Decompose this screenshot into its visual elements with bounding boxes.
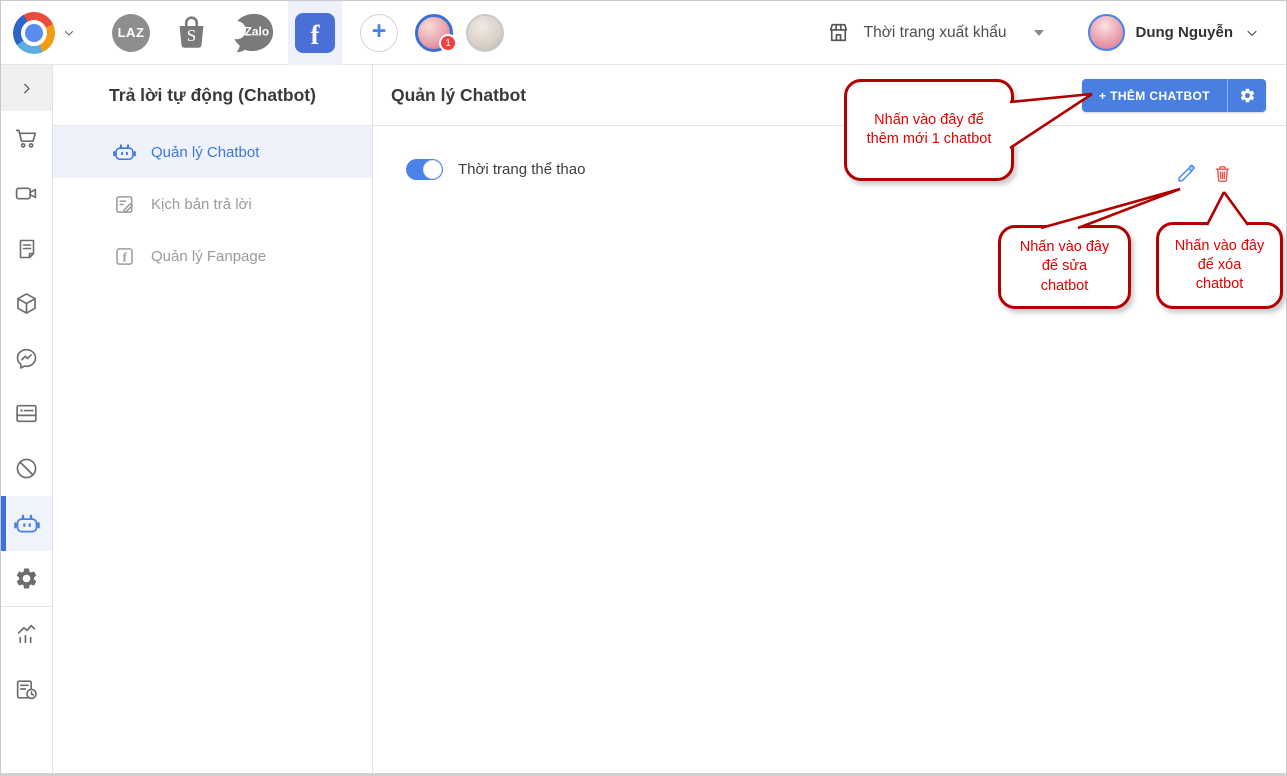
rail-item-orders[interactable] [1, 221, 52, 276]
app-logo-icon [13, 11, 55, 54]
chevron-right-icon [24, 83, 30, 93]
app-window: LAZ S Zalo f + 1 Thời trang xuất khẩu Du… [0, 0, 1287, 776]
notification-badge: 1 [439, 33, 457, 52]
facebook-square-icon: f [116, 247, 133, 265]
storefront-icon [829, 23, 847, 42]
sidebar-item-label: Quản lý Fanpage [151, 247, 267, 265]
pos-card-icon [16, 404, 37, 423]
rail-item-pos[interactable] [1, 386, 52, 441]
delete-chatbot-icon[interactable] [1212, 163, 1233, 185]
store-selector[interactable]: Thời trang xuất khẩu [826, 20, 1044, 45]
shopee-bag-icon: S [179, 16, 203, 48]
svg-text:S: S [186, 26, 195, 45]
rail-item-messenger[interactable] [1, 331, 52, 386]
sidebar-title: Trả lời tự động (Chatbot) [53, 65, 372, 126]
rail-item-analytics[interactable] [1, 607, 52, 662]
cart-icon [15, 129, 37, 148]
chevron-down-icon [1247, 30, 1257, 36]
channel-zalo[interactable]: Zalo [230, 13, 278, 52]
page-title: Quản lý Chatbot [391, 84, 527, 105]
robot-chatbot-icon [14, 514, 40, 532]
block-icon [16, 458, 37, 479]
edit-chatbot-icon[interactable] [1176, 163, 1197, 184]
toggle-knob [423, 160, 442, 179]
page-avatar-secondary[interactable] [466, 13, 504, 52]
rail-item-chatbot[interactable] [1, 496, 52, 551]
sidebar-item-kich-ban-tra-loi[interactable]: Kịch bản trả lời [53, 178, 372, 230]
zalo-icon: Zalo [231, 13, 274, 52]
report-clock-icon [16, 680, 37, 700]
gear-icon [16, 568, 37, 589]
topbar: LAZ S Zalo f + 1 Thời trang xuất khẩu Du… [1, 1, 1286, 65]
rail-item-livestream[interactable] [1, 166, 52, 221]
channel-lazada[interactable]: LAZ [112, 13, 150, 52]
svg-text:f: f [123, 250, 128, 264]
svg-text:Zalo: Zalo [245, 24, 270, 38]
chevron-down-icon [62, 26, 76, 40]
user-avatar [1087, 14, 1125, 51]
package-box-icon [17, 293, 36, 314]
user-name: Dung Nguyễn [1135, 24, 1234, 41]
sidebar-item-label: Quản lý Chatbot [151, 143, 260, 161]
chatbot-settings-button[interactable] [1227, 79, 1266, 112]
add-chatbot-button[interactable]: + THÊM CHATBOT [1081, 79, 1227, 112]
trash-icon [1215, 166, 1230, 182]
channel-facebook-active[interactable]: f [288, 1, 342, 65]
video-camera-icon [15, 187, 37, 200]
rail-item-cart[interactable] [1, 111, 52, 166]
sidebar-item-label: Kịch bản trả lời [151, 195, 252, 213]
annotation-delete-chatbot: Nhấn vào đây để xóa chatbot [1156, 222, 1283, 309]
add-chatbot-button-group: + THÊM CHATBOT [1081, 79, 1266, 112]
icon-rail [1, 65, 53, 773]
lazada-icon: LAZ [117, 25, 145, 40]
document-icon [19, 239, 34, 258]
rail-expand-button[interactable] [1, 65, 52, 111]
robot-chatbot-icon [113, 143, 136, 160]
facebook-icon: f [295, 12, 335, 53]
gear-icon [1240, 88, 1254, 103]
add-channel-button[interactable]: + [360, 13, 398, 52]
rail-item-blocked[interactable] [1, 441, 52, 496]
plus-icon: + [371, 16, 387, 45]
chatbot-enabled-toggle[interactable] [406, 159, 443, 180]
annotation-edit-chatbot: Nhấn vào đây để sửa chatbot [998, 225, 1131, 309]
annotation-add-chatbot: Nhấn vào đây để thêm mới 1 chatbot [844, 79, 1014, 181]
caret-down-icon [1033, 29, 1044, 36]
app-logo-menu[interactable] [13, 11, 76, 54]
page-avatar-notifications[interactable]: 1 [415, 13, 457, 52]
store-name: Thời trang xuất khẩu [863, 23, 1007, 41]
user-menu[interactable]: Dung Nguyễn [1087, 14, 1261, 51]
chart-icon [17, 624, 36, 644]
channel-shopee[interactable]: S [172, 14, 210, 52]
script-edit-icon [116, 195, 133, 213]
messenger-icon [16, 348, 37, 369]
rail-item-reports[interactable] [1, 662, 52, 717]
sidebar-chatbot: Trả lời tự động (Chatbot) Quản lý Chatbo… [53, 65, 373, 773]
rail-item-settings[interactable] [1, 551, 52, 606]
main-content: Quản lý Chatbot + THÊM CHATBOT Thời tran… [373, 65, 1286, 773]
pencil-icon [1178, 164, 1195, 182]
sidebar-item-quan-ly-chatbot[interactable]: Quản lý Chatbot [53, 126, 372, 178]
rail-item-products[interactable] [1, 276, 52, 331]
sidebar-item-quan-ly-fanpage[interactable]: f Quản lý Fanpage [53, 230, 372, 282]
chatbot-name: Thời trang thể thao [458, 161, 586, 178]
